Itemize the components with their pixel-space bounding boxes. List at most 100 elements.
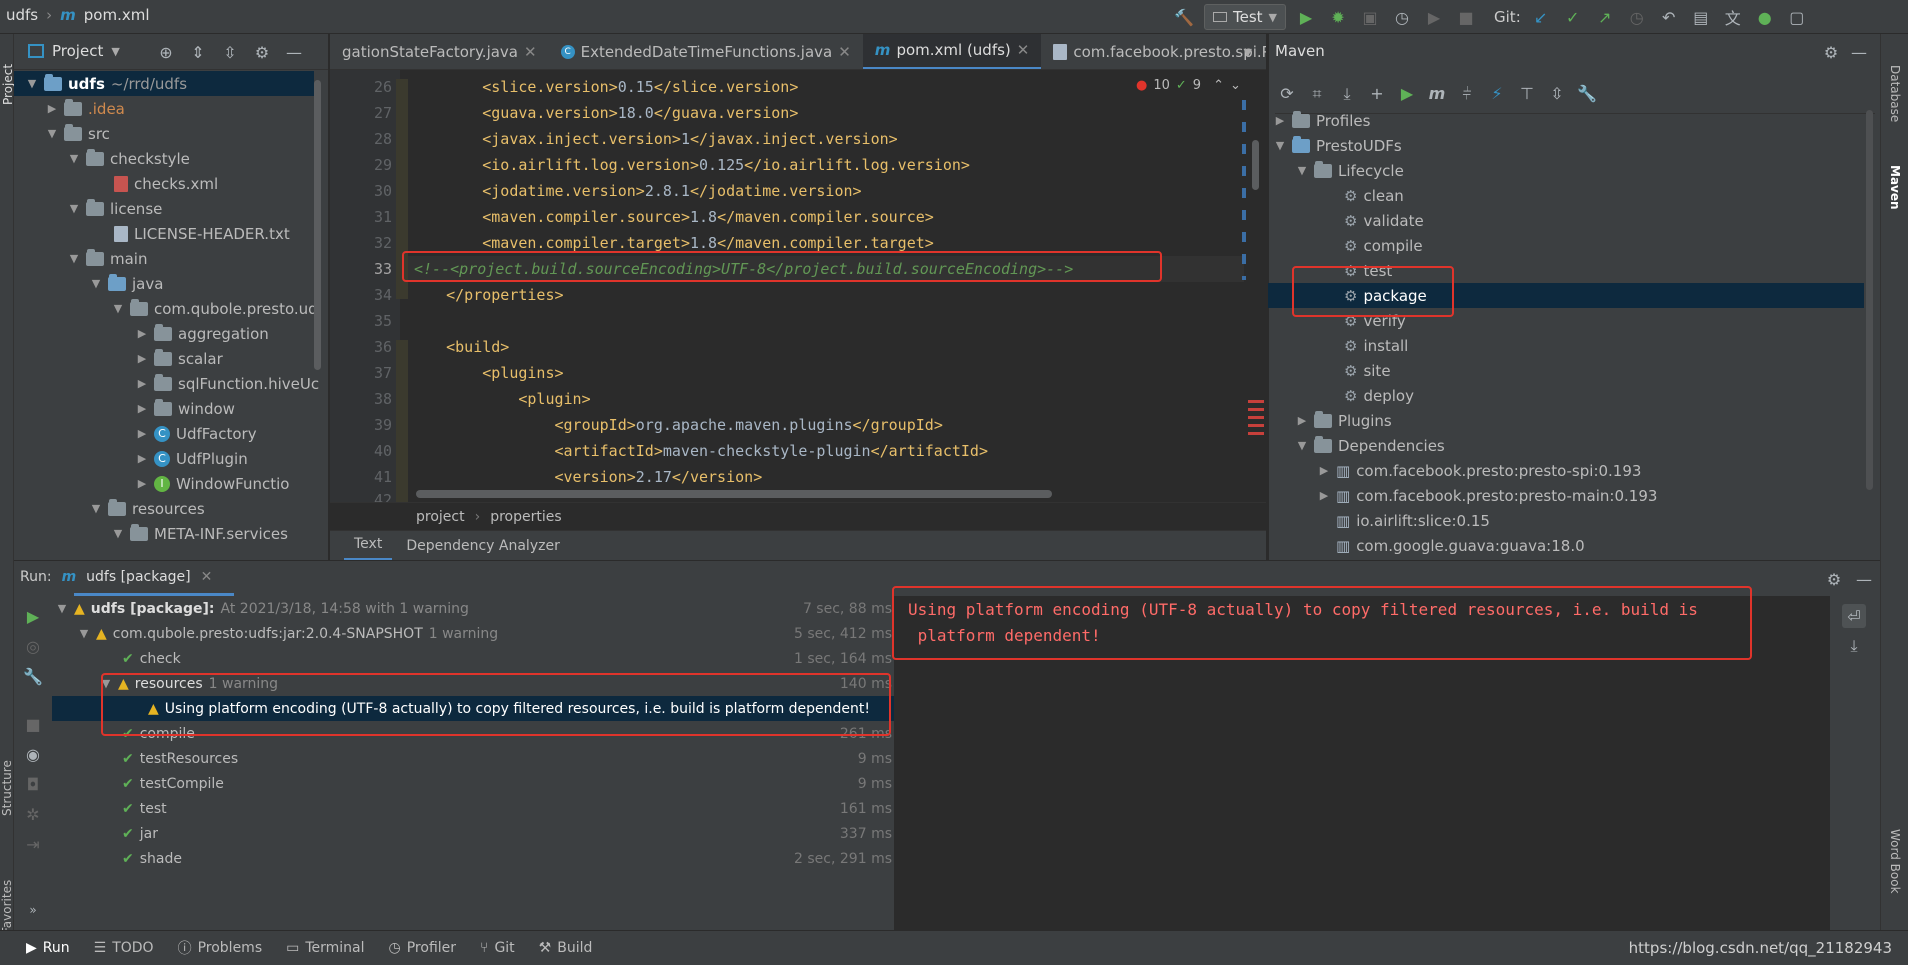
tree-item-scalar[interactable]: ▶ scalar [136,346,223,371]
code-line[interactable]: <artifactId>maven-checkstyle-plugin</art… [410,438,989,464]
download-icon[interactable]: ⤓ [1335,82,1359,106]
git-history-icon[interactable]: ◷ [1625,5,1649,29]
minimize-icon[interactable]: — [1852,567,1876,591]
chevron-up-icon[interactable]: ⌃ [1213,78,1224,93]
git-commit-icon[interactable]: ✓ [1561,5,1585,29]
run-config-select[interactable]: Test ▼ [1204,4,1287,30]
more-icon[interactable]: » [21,898,45,922]
tree-item-resources[interactable]: ▼ resources [90,496,205,521]
inspection-widget[interactable]: ● 10 ✓ 9 ⌃ ⌄ [1136,78,1241,93]
project-tool-window-button[interactable]: Project [1,57,15,105]
run-tree-step[interactable]: ✔ check 1 sec, 164 ms [122,646,892,671]
chevron-down-icon[interactable]: ▼ [90,277,102,290]
breadcrumb-item[interactable]: properties [490,509,561,525]
tree-item-root[interactable]: ▼ udfs ~/rrd/udfs [14,71,314,96]
code-line[interactable]: <guava.version>18.0</guava.version> [410,100,798,126]
structure-tool-window-button[interactable]: Structure [0,750,14,816]
maven-project[interactable]: ▼ PrestoUDFs [1274,133,1402,158]
tab-aggregation-state-factory[interactable]: gationStateFactory.java ✕ [330,34,549,69]
tree-item-java[interactable]: ▼ java [90,271,163,296]
code-line[interactable]: <plugin> [410,386,590,412]
collapse-all-icon[interactable]: ⇳ [1545,82,1569,106]
code-line[interactable]: <slice.version>0.15</slice.version> [410,74,798,100]
run-icon[interactable]: ▶ [1294,5,1318,29]
tree-item-package[interactable]: ▼ com.qubole.presto.ud [112,296,318,321]
minimize-icon[interactable]: — [1847,40,1871,64]
chevron-right-icon[interactable]: ▶ [1318,489,1330,502]
profile-icon[interactable]: ◷ [1390,5,1414,29]
profiler-tool-button[interactable]: ◷ Profiler [389,940,457,956]
breadcrumb-project[interactable]: udfs [6,6,38,24]
code-line[interactable]: <version>2.17</version> [410,464,763,490]
generate-sources-icon[interactable]: ⌗ [1305,82,1329,106]
code-line[interactable]: <build> [410,334,509,360]
maven-dependency[interactable]: ▥ io.airlift:slice:0.15 [1336,508,1490,533]
toggle-offline-icon[interactable]: ⫩ [1455,82,1479,106]
maven-goal-deploy[interactable]: ⚙ deploy [1344,383,1414,408]
run-tree-step[interactable]: ✔ testResources 9 ms [122,746,892,771]
window-icon[interactable]: ▢ [1785,5,1809,29]
chevron-down-icon[interactable]: ▼ [46,127,58,140]
maven-tool-window-button[interactable]: Maven [1888,165,1902,217]
chevron-down-icon[interactable]: ▼ [1274,139,1286,152]
code-line[interactable]: <plugins> [410,360,563,386]
gear-icon[interactable]: ⚙ [250,40,274,64]
skip-tests-icon[interactable]: ⚡ [1485,82,1509,106]
chevron-right-icon[interactable]: ▶ [136,377,148,390]
tree-item-checkstyle[interactable]: ▼ checkstyle [68,146,190,171]
scrollbar[interactable] [1866,110,1873,490]
code-line[interactable]: <groupId>org.apache.maven.plugins</group… [410,412,943,438]
project-structure-icon[interactable]: ▤ [1689,5,1713,29]
maven-dependency[interactable]: ▥ com.google.guava:guava:18.0 [1336,533,1585,558]
tree-item-window[interactable]: ▶ window [136,396,235,421]
chevron-down-icon[interactable]: ▼ [1296,164,1308,177]
tab-extended-date-time-functions[interactable]: C ExtendedDateTimeFunctions.java ✕ [549,34,863,69]
maven-dependencies[interactable]: ▼ Dependencies [1296,433,1445,458]
run-tree-step[interactable]: ✔ test 161 ms [122,796,892,821]
chevron-down-icon[interactable]: ⌄ [1230,78,1241,93]
code-line[interactable]: <javax.inject.version>1</javax.inject.ve… [410,126,897,152]
code-line[interactable]: <io.airlift.log.version>0.125</io.airlif… [410,152,970,178]
wrench-icon[interactable]: 🔧 [21,664,45,688]
tree-item-checks-xml[interactable]: checks.xml [114,171,218,196]
problems-tool-button[interactable]: ⓘ Problems [178,938,263,958]
run-tab-label[interactable]: udfs [package] [86,569,190,585]
horizontal-scrollbar[interactable] [416,490,1052,498]
chevron-right-icon[interactable]: ▶ [1274,114,1286,127]
maven-dependency[interactable]: ▶ ▥ com.facebook.presto:presto-main:0.193 [1318,483,1658,508]
translate-icon[interactable]: 文 [1721,5,1745,29]
close-icon[interactable]: ✕ [524,43,537,61]
maven-lifecycle[interactable]: ▼ Lifecycle [1296,158,1404,183]
gear-icon[interactable]: ⚙ [1822,567,1846,591]
chevron-right-icon[interactable]: ▶ [136,452,148,465]
wrench-icon[interactable]: 🔧 [1575,82,1599,106]
run-icon[interactable]: ▶ [1395,82,1419,106]
rerun-failed-icon[interactable]: ◎ [21,634,45,658]
run-tree-step[interactable]: ✔ testCompile 9 ms [122,771,892,796]
soft-wrap-icon[interactable]: ⏎ [1842,604,1866,628]
scroll-to-end-icon[interactable]: ⤓ [1842,634,1866,658]
chevron-right-icon[interactable]: ▶ [136,402,148,415]
tree-item-udfplugin[interactable]: ▶ C UdfPlugin [136,446,248,471]
build-hammer-icon[interactable]: 🔨 [1172,5,1196,29]
favorites-tool-window-button[interactable]: Favorites [0,868,14,934]
tab-text[interactable]: Text [344,530,393,561]
chevron-right-icon[interactable]: ▶ [1318,464,1330,477]
run-tree-module[interactable]: ▼ ▲ com.qubole.presto:udfs:jar:2.0.4-SNAP… [78,621,892,646]
database-tool-window-button[interactable]: Database [1888,65,1902,137]
run-tree-step[interactable]: ✔ shade 2 sec, 291 ms [122,846,892,871]
chevron-down-icon[interactable]: ▼ [1244,46,1252,59]
maven-goal-clean[interactable]: ⚙ clean [1344,183,1404,208]
chevron-right-icon[interactable]: ▶ [136,327,148,340]
close-icon[interactable]: ✕ [1017,41,1030,59]
code-line[interactable]: <jodatime.version>2.8.1</jodatime.versio… [410,178,861,204]
tab-dependency-analyzer[interactable]: Dependency Analyzer [396,532,570,560]
maven-profiles[interactable]: ▶ Profiles [1274,108,1370,133]
minimize-icon[interactable]: — [282,40,306,64]
run-tree-step[interactable]: ✔ jar 337 ms [122,821,892,846]
chevron-down-icon[interactable]: ▼ [78,627,90,640]
debug-icon[interactable]: ✹ [1326,5,1350,29]
chevron-down-icon[interactable]: ▼ [1296,439,1308,452]
reload-icon[interactable]: ⟳ [1275,82,1299,106]
add-icon[interactable]: + [1365,82,1389,106]
